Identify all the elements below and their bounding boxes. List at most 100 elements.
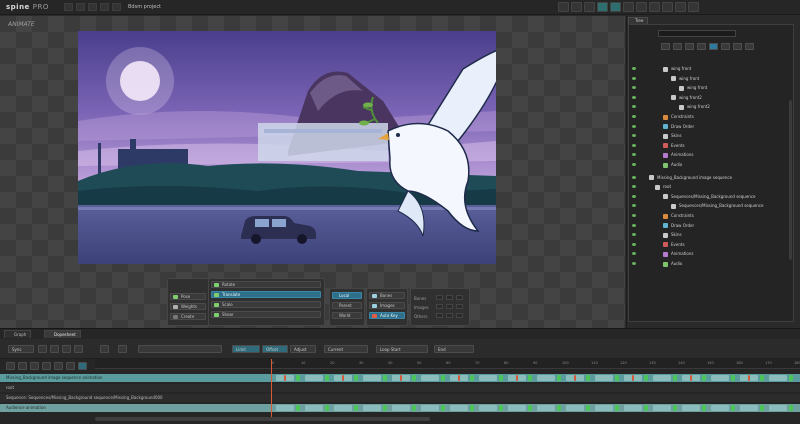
- keyframe[interactable]: [673, 405, 677, 411]
- timeline-tool-icon[interactable]: [62, 345, 71, 353]
- keyframe[interactable]: [557, 375, 561, 381]
- timeline-tool-icon[interactable]: [50, 345, 59, 353]
- key-segment[interactable]: [276, 405, 294, 411]
- option-cell[interactable]: [456, 304, 463, 309]
- key-segment[interactable]: [450, 405, 468, 411]
- keyframe[interactable]: [586, 405, 590, 411]
- fit-icon[interactable]: [584, 2, 595, 12]
- setup-mode-icon[interactable]: [597, 2, 608, 12]
- keyframe[interactable]: [441, 375, 445, 381]
- visibility-icon[interactable]: [632, 262, 636, 265]
- visibility-icon[interactable]: [632, 95, 636, 99]
- visibility-icon[interactable]: [632, 242, 636, 246]
- key-segment[interactable]: [682, 405, 700, 411]
- maximize-icon[interactable]: [675, 2, 686, 12]
- keyframe[interactable]: [673, 375, 677, 381]
- tree-row[interactable]: wing front: [629, 65, 789, 73]
- tree-tool-icon[interactable]: [685, 43, 694, 50]
- option-cell[interactable]: [456, 295, 463, 300]
- tree-tab[interactable]: Tree: [628, 17, 648, 24]
- timeline-track[interactable]: Missing_Background image sequence animat…: [0, 374, 800, 382]
- prev-frame-icon[interactable]: [18, 362, 27, 370]
- visibility-icon[interactable]: [632, 76, 636, 80]
- menu-icon[interactable]: [64, 3, 73, 11]
- tree-row[interactable]: Constraints: [629, 212, 789, 220]
- timeline-track[interactable]: Sequence: Sequences/Missing_Background s…: [0, 394, 800, 402]
- visibility-icon[interactable]: [632, 204, 636, 208]
- keyframe[interactable]: [731, 375, 735, 381]
- keyframe[interactable]: [702, 405, 706, 411]
- timeline-tool-icon[interactable]: [118, 345, 127, 353]
- visibility-icon[interactable]: [632, 252, 636, 256]
- local-button[interactable]: Local: [332, 292, 362, 299]
- event-keyframe[interactable]: [690, 375, 692, 381]
- keyframe[interactable]: [296, 375, 300, 381]
- timeline-tool-icon[interactable]: [38, 345, 47, 353]
- visibility-icon[interactable]: [632, 153, 636, 157]
- key-segment[interactable]: [479, 375, 497, 381]
- tree-tool-icon[interactable]: [721, 43, 730, 50]
- loop-icon[interactable]: [78, 362, 87, 370]
- key-segment[interactable]: [363, 405, 381, 411]
- key-segment[interactable]: [363, 375, 381, 381]
- images-compensate-button[interactable]: Images: [369, 302, 405, 309]
- keyframe[interactable]: [441, 405, 445, 411]
- key-segment[interactable]: [537, 375, 555, 381]
- loop-start-field[interactable]: Loop Start: [376, 345, 428, 353]
- visibility-icon[interactable]: [632, 124, 636, 128]
- keyframe[interactable]: [412, 375, 416, 381]
- visibility-icon[interactable]: [632, 175, 636, 179]
- event-keyframe[interactable]: [748, 375, 750, 381]
- keyframe[interactable]: [470, 375, 474, 381]
- keyframe[interactable]: [412, 405, 416, 411]
- keyframe[interactable]: [789, 405, 793, 411]
- translate-button[interactable]: Translate: [211, 291, 321, 298]
- tree-row[interactable]: Sequences/Missing_Background sequence: [629, 202, 789, 210]
- play-reverse-icon[interactable]: [30, 362, 39, 370]
- tree-row[interactable]: wing front: [629, 75, 789, 83]
- visibility-icon[interactable]: [632, 134, 636, 138]
- end-field[interactable]: End: [434, 345, 474, 353]
- tree-row[interactable]: Skins: [629, 132, 789, 140]
- keyframe[interactable]: [615, 375, 619, 381]
- visibility-icon[interactable]: [632, 105, 636, 109]
- event-keyframe[interactable]: [342, 375, 344, 381]
- shear-button[interactable]: Shear: [211, 311, 321, 318]
- keyframe[interactable]: [354, 405, 358, 411]
- visibility-icon[interactable]: [632, 233, 636, 237]
- tree-search-input[interactable]: [658, 30, 736, 37]
- animate-mode-icon[interactable]: [610, 2, 621, 12]
- timeline-scrollbar[interactable]: [95, 417, 430, 421]
- undo-icon[interactable]: [76, 3, 85, 11]
- key-segment[interactable]: [653, 405, 671, 411]
- tree-row[interactable]: root: [629, 183, 789, 191]
- keyframe[interactable]: [731, 405, 735, 411]
- play-icon[interactable]: [42, 362, 51, 370]
- pose-button[interactable]: Pose: [170, 293, 206, 300]
- frame-range-field[interactable]: [138, 345, 222, 353]
- keyframe[interactable]: [586, 375, 590, 381]
- keyframe[interactable]: [383, 375, 387, 381]
- visibility-icon[interactable]: [632, 223, 636, 227]
- visibility-icon[interactable]: [632, 67, 636, 70]
- tree-row[interactable]: Animations: [629, 151, 789, 159]
- tree-row[interactable]: Missing_Background image sequence: [629, 174, 789, 182]
- keyframe[interactable]: [354, 375, 358, 381]
- keyframe[interactable]: [789, 375, 793, 381]
- keyframe[interactable]: [528, 375, 532, 381]
- go-start-icon[interactable]: [6, 362, 15, 370]
- tree-row[interactable]: Events: [629, 142, 789, 150]
- keyframe[interactable]: [383, 405, 387, 411]
- key-segment[interactable]: [595, 375, 613, 381]
- weights-button[interactable]: Weights: [170, 303, 206, 310]
- go-end-icon[interactable]: [66, 362, 75, 370]
- event-keyframe[interactable]: [284, 375, 286, 381]
- limit-toggle[interactable]: Limit: [232, 345, 260, 353]
- visibility-icon[interactable]: [632, 214, 636, 217]
- offset-toggle[interactable]: Offset: [262, 345, 288, 353]
- adjust-toggle[interactable]: Adjust: [290, 345, 316, 353]
- event-keyframe[interactable]: [400, 375, 402, 381]
- keyframe[interactable]: [325, 375, 329, 381]
- key-segment[interactable]: [595, 405, 613, 411]
- minimize-icon[interactable]: [662, 2, 673, 12]
